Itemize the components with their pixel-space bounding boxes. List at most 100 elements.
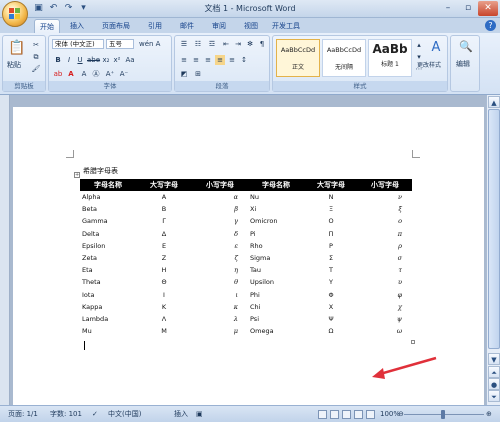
char-shading-icon[interactable]: A bbox=[79, 69, 89, 79]
web-layout-view-icon[interactable] bbox=[342, 410, 351, 419]
table-cell[interactable]: Kappa bbox=[80, 301, 136, 313]
table-cell[interactable]: Pi bbox=[248, 228, 304, 240]
table-cell[interactable]: Omega bbox=[248, 325, 304, 337]
strikethrough-icon[interactable]: abe bbox=[87, 55, 100, 65]
tab-developer[interactable]: 开发工具 bbox=[268, 19, 304, 33]
table-cell[interactable]: β bbox=[192, 203, 248, 215]
table-cell[interactable]: Φ bbox=[304, 289, 358, 301]
tab-view[interactable]: 视图 bbox=[238, 19, 264, 33]
insert-mode[interactable]: 插入 bbox=[174, 409, 188, 419]
proofing-icon[interactable]: ✓ bbox=[92, 409, 98, 419]
font-color-icon[interactable]: A bbox=[66, 69, 76, 79]
zoom-level[interactable]: 100% bbox=[380, 409, 400, 419]
table-cell[interactable]: Δ bbox=[136, 228, 192, 240]
language-indicator[interactable]: 中文(中国) bbox=[108, 409, 141, 419]
tab-references[interactable]: 引用 bbox=[142, 19, 168, 33]
table-cell[interactable]: ρ bbox=[358, 240, 412, 252]
character-border-icon[interactable]: A bbox=[153, 39, 163, 49]
align-center-icon[interactable]: ≡ bbox=[191, 55, 201, 65]
bold-icon[interactable]: B bbox=[53, 55, 63, 65]
bullets-icon[interactable]: ☰ bbox=[179, 39, 189, 49]
tab-page-layout[interactable]: 页面布局 bbox=[96, 19, 136, 33]
text-highlight-icon[interactable]: ab bbox=[53, 69, 63, 79]
table-cell[interactable]: ω bbox=[358, 325, 412, 337]
table-cell[interactable]: Upsilon bbox=[248, 276, 304, 288]
table-cell[interactable]: ν bbox=[358, 191, 412, 203]
table-cell[interactable]: Ν bbox=[304, 191, 358, 203]
underline-icon[interactable]: U bbox=[75, 55, 85, 65]
increase-indent-icon[interactable]: ⇥ bbox=[233, 39, 243, 49]
table-cell[interactable]: Ι bbox=[136, 289, 192, 301]
enclose-char-icon[interactable]: Ⓐ bbox=[91, 69, 101, 79]
grow-font-icon[interactable]: A⁺ bbox=[105, 69, 115, 79]
table-cell[interactable]: δ bbox=[192, 228, 248, 240]
line-spacing-icon[interactable]: ↕ bbox=[239, 55, 249, 65]
table-cell[interactable]: σ bbox=[358, 252, 412, 264]
paste-label[interactable]: 粘贴 bbox=[7, 60, 21, 70]
table-cell[interactable]: Zeta bbox=[80, 252, 136, 264]
show-marks-icon[interactable]: ¶ bbox=[257, 39, 267, 49]
table-cell[interactable]: Ο bbox=[304, 215, 358, 227]
table-cell[interactable]: ο bbox=[358, 215, 412, 227]
borders-icon[interactable]: ⊞ bbox=[193, 69, 203, 79]
table-cell[interactable]: Ω bbox=[304, 325, 358, 337]
table-cell[interactable]: Theta bbox=[80, 276, 136, 288]
tab-review[interactable]: 审阅 bbox=[206, 19, 232, 33]
vertical-scrollbar[interactable]: ▲ ▼ ⏶ ● ⏷ bbox=[486, 95, 500, 405]
clear-format-icon[interactable]: Aa bbox=[125, 55, 135, 65]
table-resize-handle[interactable] bbox=[411, 340, 415, 344]
scroll-up-icon[interactable]: ▲ bbox=[488, 96, 500, 108]
find-icon[interactable]: 🔍 bbox=[459, 40, 473, 54]
table-cell[interactable]: Tau bbox=[248, 264, 304, 276]
numbering-icon[interactable]: ☷ bbox=[193, 39, 203, 49]
table-cell[interactable]: η bbox=[192, 264, 248, 276]
align-left-icon[interactable]: ≡ bbox=[179, 55, 189, 65]
macro-record-icon[interactable]: ▣ bbox=[196, 409, 203, 419]
table-cell[interactable]: τ bbox=[358, 264, 412, 276]
minimize-button[interactable]: – bbox=[438, 1, 458, 16]
chinese-layout-icon[interactable]: ✻ bbox=[245, 39, 255, 49]
table-cell[interactable]: χ bbox=[358, 301, 412, 313]
prev-page-icon[interactable]: ⏶ bbox=[488, 366, 500, 378]
tab-insert[interactable]: 插入 bbox=[64, 19, 90, 33]
style-normal[interactable]: AaBbCcDd 正文 bbox=[276, 39, 320, 77]
table-cell[interactable]: Iota bbox=[80, 289, 136, 301]
print-layout-view-icon[interactable] bbox=[318, 410, 327, 419]
table-cell[interactable]: ζ bbox=[192, 252, 248, 264]
word-count[interactable]: 字数: 101 bbox=[50, 409, 82, 419]
table-cell[interactable]: Α bbox=[136, 191, 192, 203]
table-cell[interactable]: Phi bbox=[248, 289, 304, 301]
table-cell[interactable]: ξ bbox=[358, 203, 412, 215]
table-cell[interactable]: Β bbox=[136, 203, 192, 215]
office-button[interactable] bbox=[2, 1, 28, 27]
tab-home[interactable]: 开始 bbox=[34, 19, 60, 33]
help-icon[interactable]: ? bbox=[485, 20, 496, 31]
table-cell[interactable]: Ξ bbox=[304, 203, 358, 215]
table-cell[interactable]: Epsilon bbox=[80, 240, 136, 252]
table-cell[interactable]: Beta bbox=[80, 203, 136, 215]
table-cell[interactable]: Τ bbox=[304, 264, 358, 276]
align-right-icon[interactable]: ≡ bbox=[203, 55, 213, 65]
table-cell[interactable]: φ bbox=[358, 289, 412, 301]
change-styles-label[interactable]: 更改样式 bbox=[417, 61, 441, 71]
table-cell[interactable]: Mu bbox=[80, 325, 136, 337]
subscript-icon[interactable]: x₂ bbox=[101, 55, 111, 65]
font-size-combo[interactable]: 五号 bbox=[106, 39, 134, 49]
decrease-indent-icon[interactable]: ⇤ bbox=[221, 39, 231, 49]
close-button[interactable]: ✕ bbox=[478, 1, 498, 16]
table-cell[interactable]: Eta bbox=[80, 264, 136, 276]
scroll-thumb[interactable] bbox=[488, 109, 500, 349]
table-cell[interactable]: Κ bbox=[136, 301, 192, 313]
table-cell[interactable]: Sigma bbox=[248, 252, 304, 264]
change-styles-icon[interactable]: A bbox=[428, 40, 444, 56]
table-cell[interactable]: Chi bbox=[248, 301, 304, 313]
table-cell[interactable]: Lambda bbox=[80, 313, 136, 325]
font-name-combo[interactable]: 宋体 (中文正) bbox=[52, 39, 104, 49]
outline-view-icon[interactable] bbox=[354, 410, 363, 419]
table-cell[interactable]: Σ bbox=[304, 252, 358, 264]
greek-alphabet-table[interactable]: 字母名称 大写字母 小写字母 字母名称 大写字母 小写字母 Alpha Αα Nu Ν… bbox=[80, 179, 412, 337]
table-cell[interactable]: Delta bbox=[80, 228, 136, 240]
browse-object-icon[interactable]: ● bbox=[488, 378, 500, 390]
table-cell[interactable]: Ζ bbox=[136, 252, 192, 264]
scroll-down-icon[interactable]: ▼ bbox=[488, 353, 500, 365]
